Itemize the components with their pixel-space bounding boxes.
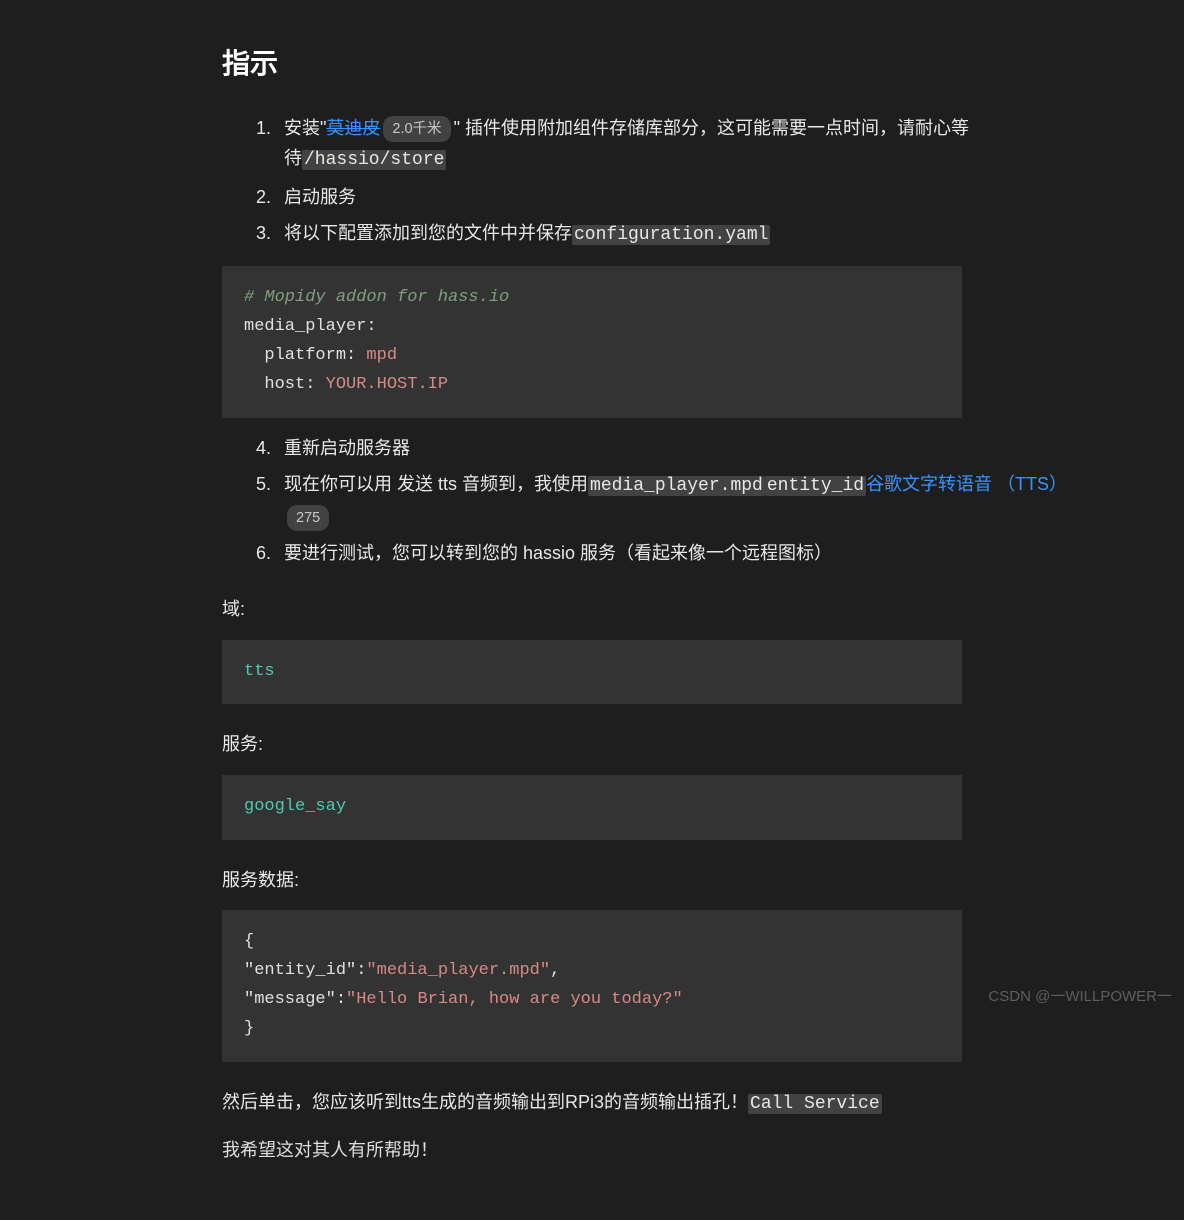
list-item: 重新启动服务器 <box>222 433 1112 464</box>
paragraph-result: 然后单击，您应该听到tts生成的音频输出到RPi3的音频输出插孔！Call Se… <box>222 1087 962 1120</box>
text: 现在你可以用 发送 tts 音频到，我使用 <box>284 474 588 494</box>
label-domain: 域: <box>222 594 1112 625</box>
list-item: 现在你可以用 发送 tts 音频到，我使用media_player.mpdent… <box>222 469 1112 532</box>
heading-instructions: 指示 <box>222 40 1112 88</box>
code-block-domain: tts <box>222 640 962 705</box>
code-filename: configuration.yaml <box>572 225 770 245</box>
instruction-list-part2: 重新启动服务器 现在你可以用 发送 tts 音频到，我使用media_playe… <box>222 433 1112 569</box>
list-item: 要进行测试，您可以转到您的 hassio 服务（看起来像一个远程图标） <box>222 538 1112 569</box>
label-service: 服务: <box>222 729 1112 760</box>
instruction-list-part1: 安装"莫迪皮2.0千米" 插件使用附加组件存储库部分，这可能需要一点时间，请耐心… <box>222 113 1112 251</box>
code-entityid: entity_id <box>765 476 866 496</box>
code-block-yaml: # Mopidy addon for hass.io media_player:… <box>222 266 962 418</box>
link-modipi[interactable]: 莫迪皮 <box>326 118 380 138</box>
text: 安装" <box>284 118 326 138</box>
code-callservice: Call Service <box>748 1094 882 1114</box>
code-block-service: google_say <box>222 775 962 840</box>
code-path: /hassio/store <box>302 150 446 170</box>
label-servicedata: 服务数据: <box>222 865 1112 896</box>
badge-distance: 2.0千米 <box>383 116 450 143</box>
list-item: 将以下配置添加到您的文件中并保存configuration.yaml <box>222 218 1112 251</box>
code-block-json: { "entity_id":"media_player.mpd", "messa… <box>222 910 962 1062</box>
paragraph-cutoff: 我希望这对其人有所帮助！ <box>222 1135 962 1166</box>
list-item: 安装"莫迪皮2.0千米" 插件使用附加组件存储库部分，这可能需要一点时间，请耐心… <box>222 113 1112 176</box>
list-item: 启动服务 <box>222 182 1112 213</box>
link-google-tts[interactable]: 谷歌文字转语音 （TTS） <box>866 474 1067 494</box>
text: 将以下配置添加到您的文件中并保存 <box>284 223 572 243</box>
badge-count: 275 <box>287 505 329 532</box>
code-entity: media_player.mpd <box>588 476 765 496</box>
